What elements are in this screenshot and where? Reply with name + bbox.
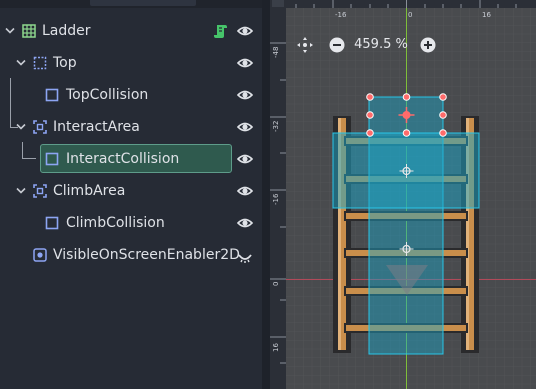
tree-item-interactcollision[interactable]: InteractCollision xyxy=(0,143,262,175)
ruler-left-label: -48 xyxy=(272,47,280,58)
area-icon xyxy=(33,184,47,198)
tree-item-top[interactable]: Top xyxy=(0,47,262,79)
tree-item-label: InteractCollision xyxy=(66,151,180,167)
eye-icon[interactable] xyxy=(237,56,253,70)
tree-item-ladder[interactable]: Ladder xyxy=(0,15,262,47)
ruler-top-label: -16 xyxy=(335,11,347,19)
zoom-level-label[interactable]: 459.5 % xyxy=(346,33,416,57)
filter-button[interactable] xyxy=(90,0,196,6)
tree-item-label: ClimbArea xyxy=(53,183,126,199)
center-view-icon[interactable] xyxy=(296,36,314,54)
tree-item-label: TopCollision xyxy=(66,87,149,103)
visibility-toggle-icon[interactable] xyxy=(237,251,253,265)
square-icon xyxy=(45,216,59,230)
tree-item-label: Top xyxy=(53,55,77,71)
panel-splitter[interactable] xyxy=(262,0,270,389)
ruler-top-label: 0 xyxy=(408,11,412,19)
tree-item-label: VisibleOnScreenEnabler2D xyxy=(53,247,240,263)
ruler-top[interactable] xyxy=(270,0,536,8)
ruler-left-label: 0 xyxy=(272,282,280,286)
viewport-canvas[interactable]: -16 0 16 -48 -32 -16 0 16 xyxy=(270,0,536,389)
eye-icon[interactable] xyxy=(237,88,253,102)
dotted-square-icon xyxy=(33,56,47,70)
target-icon xyxy=(33,248,47,262)
chevron-down-icon[interactable] xyxy=(16,187,26,195)
tree-item-label: InteractArea xyxy=(53,119,140,135)
tree-item-label: Ladder xyxy=(42,23,91,39)
scene-tree-panel: Ladder Top TopCollision InteractArea Int… xyxy=(0,0,262,389)
tree-item-interactarea[interactable]: InteractArea xyxy=(0,111,262,143)
canvas-viewport[interactable]: -16 0 16 -48 -32 -16 0 16 xyxy=(270,0,536,389)
eye-icon[interactable] xyxy=(237,120,253,134)
chevron-down-icon[interactable] xyxy=(5,27,15,35)
script-icon[interactable] xyxy=(213,23,229,39)
eye-icon[interactable] xyxy=(237,152,253,166)
square-icon xyxy=(45,152,59,166)
tree-item-climbarea[interactable]: ClimbArea xyxy=(0,175,262,207)
ruler-left-label: 16 xyxy=(272,343,280,352)
zoom-toolbar: 459.5 % xyxy=(296,33,446,57)
ruler-top-label: 16 xyxy=(482,11,491,19)
grid-icon xyxy=(22,24,36,38)
chevron-down-icon[interactable] xyxy=(16,123,26,131)
zoom-out-icon[interactable] xyxy=(328,36,346,54)
tree-item-climbcollision[interactable]: ClimbCollision xyxy=(0,207,262,239)
area-icon xyxy=(33,120,47,134)
tree-item-topcollision[interactable]: TopCollision xyxy=(0,79,262,111)
square-icon xyxy=(45,88,59,102)
ruler-corner-tab xyxy=(272,0,284,7)
zoom-in-icon[interactable] xyxy=(419,36,437,54)
tree-item-visibleonscreenenabler2d[interactable]: VisibleOnScreenEnabler2D xyxy=(0,239,262,271)
tree-item-label: ClimbCollision xyxy=(66,215,165,231)
eye-icon[interactable] xyxy=(237,24,253,38)
ruler-left-label: -16 xyxy=(272,193,280,205)
chevron-down-icon[interactable] xyxy=(16,59,26,67)
ruler-left-label: -32 xyxy=(272,121,280,132)
eye-icon[interactable] xyxy=(237,216,253,230)
eye-icon[interactable] xyxy=(237,184,253,198)
panel-top-strip xyxy=(0,0,262,8)
